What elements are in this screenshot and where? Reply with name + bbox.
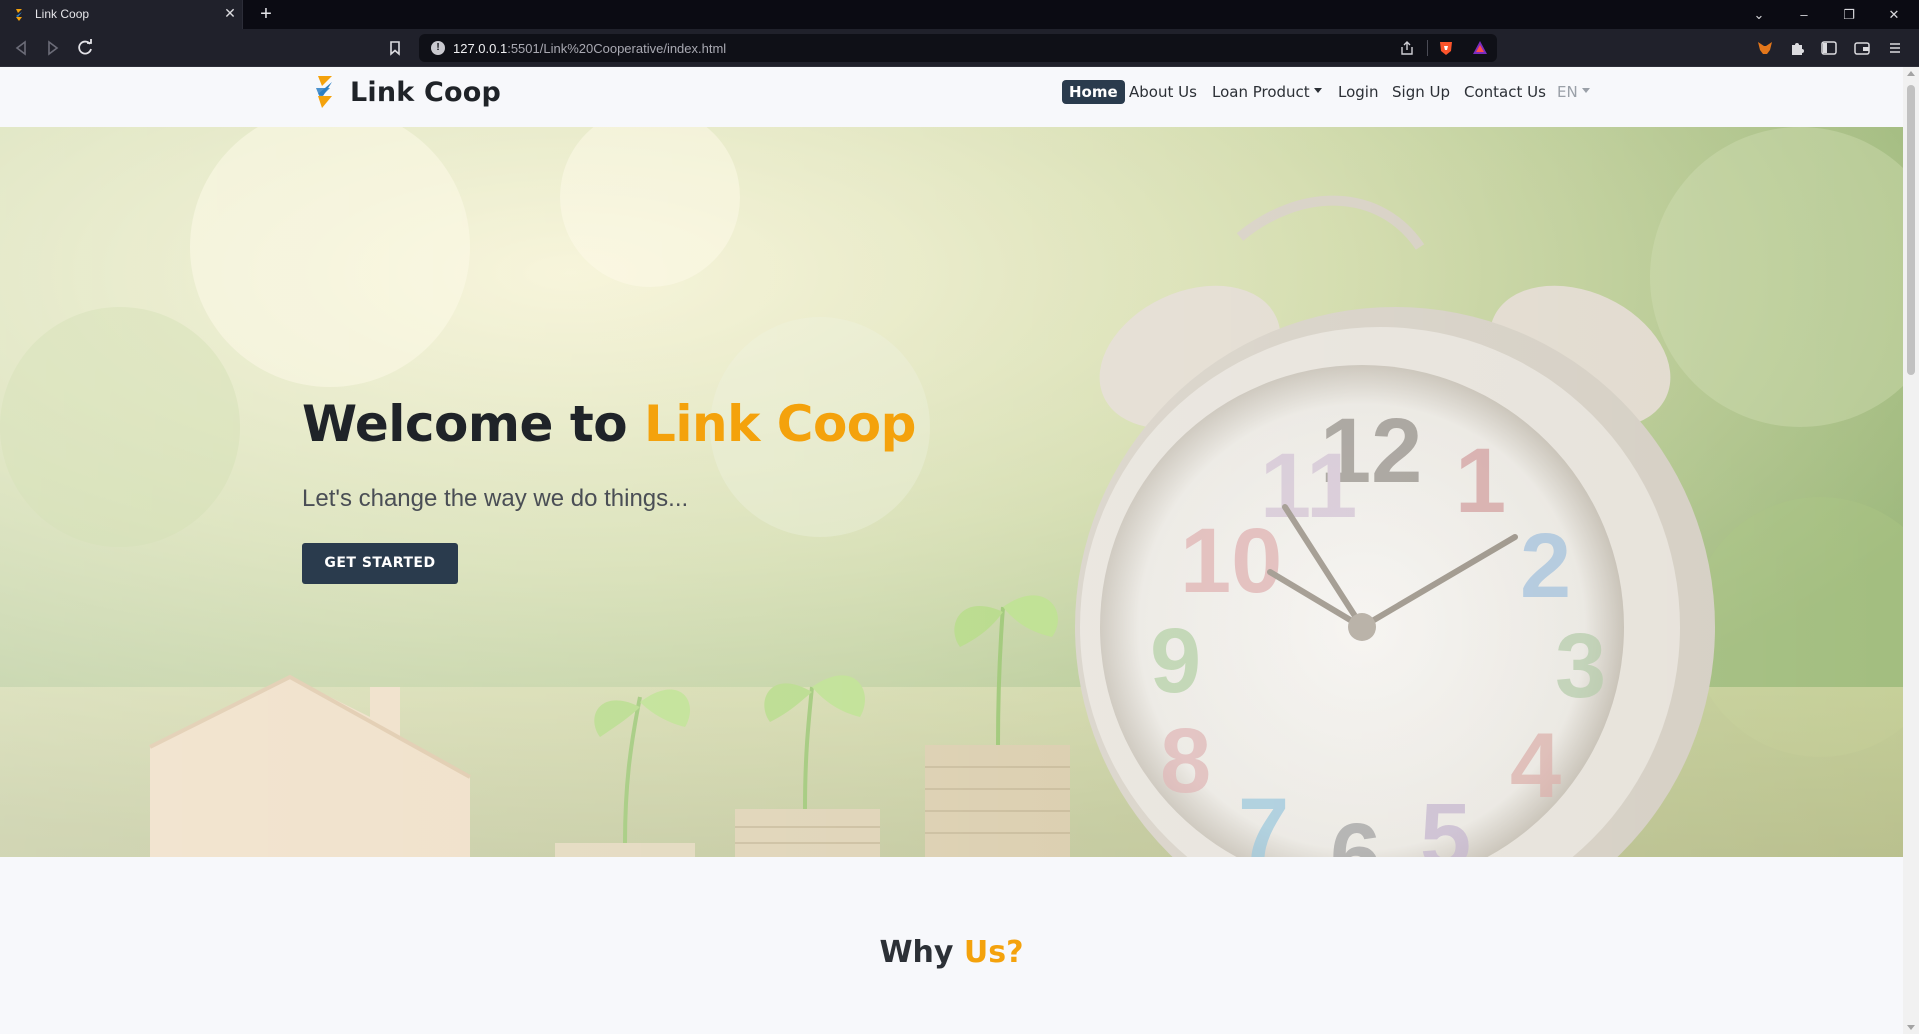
site-logo[interactable]: Link Coop bbox=[310, 73, 501, 111]
hero-subtitle: Let's change the way we do things... bbox=[302, 485, 689, 512]
nav-loan-product[interactable]: Loan Product bbox=[1212, 80, 1322, 104]
scroll-down-arrow-icon[interactable] bbox=[1907, 1025, 1915, 1030]
tab-title: Link Coop bbox=[35, 7, 90, 21]
page-scrollbar[interactable] bbox=[1903, 67, 1919, 1034]
link-coop-logo-icon bbox=[316, 76, 332, 108]
nav-home[interactable]: Home bbox=[1062, 80, 1125, 104]
nav-loan-product-label: Loan Product bbox=[1212, 83, 1310, 101]
brand-name: Link Coop bbox=[350, 76, 502, 108]
hero-title-prefix: Welcome to bbox=[302, 395, 644, 453]
hero-title-accent: Link Coop bbox=[644, 395, 916, 453]
forward-icon[interactable] bbox=[42, 37, 64, 59]
chevron-down-icon bbox=[1581, 88, 1590, 93]
tab-search-icon[interactable]: ⌄ bbox=[1739, 0, 1779, 29]
site-info-icon[interactable]: ! bbox=[431, 41, 445, 55]
why-us-section: Why Us? bbox=[0, 857, 1903, 1034]
new-tab-button[interactable]: + bbox=[256, 4, 276, 24]
get-started-button[interactable]: GET STARTED bbox=[302, 543, 458, 584]
back-icon[interactable] bbox=[10, 37, 32, 59]
scroll-up-arrow-icon[interactable] bbox=[1907, 71, 1915, 76]
minimize-icon[interactable]: – bbox=[1784, 0, 1824, 29]
metamask-extension-icon[interactable] bbox=[1756, 39, 1774, 57]
browser-toolbar: ! 127.0.0.1:5501/Link%20Cooperative/inde… bbox=[0, 29, 1919, 67]
hero-overlay bbox=[0, 127, 1903, 857]
site-header: Link Coop Home About Us Loan Product Log… bbox=[0, 67, 1903, 117]
nav-contact-us[interactable]: Contact Us bbox=[1464, 80, 1546, 104]
why-us-title: Why Us? bbox=[0, 935, 1903, 970]
site-favicon-icon bbox=[16, 9, 22, 21]
chevron-down-icon bbox=[1313, 88, 1322, 93]
bookmark-icon[interactable] bbox=[385, 38, 405, 58]
hero-section: 12 1 2 3 4 5 6 7 8 9 10 11 Welcome to Li… bbox=[0, 127, 1903, 857]
share-icon[interactable] bbox=[1399, 40, 1415, 56]
browser-tab-active[interactable]: Link Coop ✕ bbox=[0, 0, 243, 29]
close-window-icon[interactable]: ✕ bbox=[1874, 0, 1914, 29]
reload-icon[interactable] bbox=[74, 37, 96, 59]
url-divider bbox=[1427, 40, 1428, 56]
brave-shields-icon[interactable] bbox=[1437, 39, 1455, 57]
brave-rewards-icon[interactable] bbox=[1471, 39, 1489, 57]
why-us-title-prefix: Why bbox=[879, 935, 964, 970]
address-bar[interactable]: ! 127.0.0.1:5501/Link%20Cooperative/inde… bbox=[419, 34, 1497, 62]
language-selector[interactable]: EN bbox=[1557, 80, 1590, 104]
wallet-icon[interactable] bbox=[1853, 39, 1871, 57]
nav-about-us[interactable]: About Us bbox=[1129, 80, 1197, 104]
nav-login[interactable]: Login bbox=[1338, 80, 1378, 104]
why-us-title-accent: Us? bbox=[963, 935, 1024, 970]
nav-sign-up[interactable]: Sign Up bbox=[1392, 80, 1450, 104]
page-viewport: Link Coop Home About Us Loan Product Log… bbox=[0, 67, 1903, 1034]
scroll-thumb[interactable] bbox=[1907, 85, 1915, 375]
menu-icon[interactable] bbox=[1886, 39, 1904, 57]
restore-icon[interactable]: ❐ bbox=[1829, 0, 1869, 29]
tab-close-icon[interactable]: ✕ bbox=[222, 5, 238, 21]
extensions-icon[interactable] bbox=[1788, 39, 1806, 57]
hero-title: Welcome to Link Coop bbox=[302, 395, 916, 453]
browser-tab-strip: Link Coop ✕ + ⌄ – ❐ ✕ bbox=[0, 0, 1919, 29]
url-text[interactable]: 127.0.0.1:5501/Link%20Cooperative/index.… bbox=[453, 41, 726, 56]
sidebar-icon[interactable] bbox=[1820, 39, 1838, 57]
language-label: EN bbox=[1557, 83, 1578, 101]
